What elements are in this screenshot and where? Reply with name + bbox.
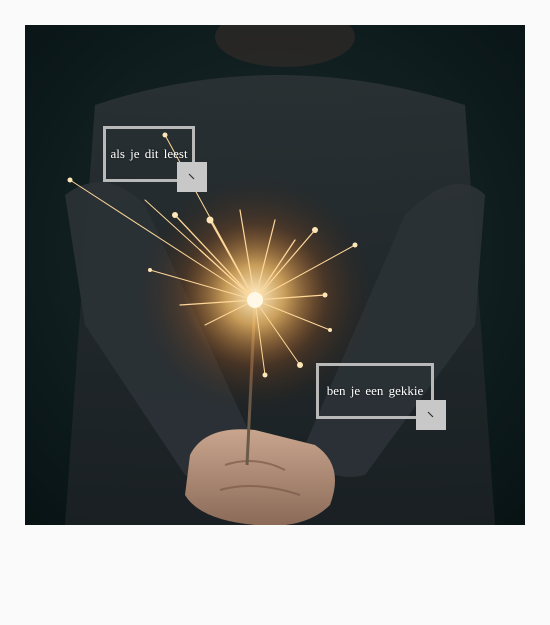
caption-text-top: als je dit leest bbox=[110, 146, 188, 161]
resize-icon bbox=[427, 411, 434, 418]
resize-icon bbox=[188, 173, 195, 180]
resize-handle-top[interactable] bbox=[177, 162, 207, 192]
sparkler-photo bbox=[25, 25, 525, 525]
caption-text-bottom: ben je een gekkie bbox=[326, 383, 424, 398]
page: als je dit leest ben je een gekkie bbox=[0, 0, 550, 625]
photo-illustration bbox=[25, 25, 525, 525]
resize-handle-bottom[interactable] bbox=[416, 400, 446, 430]
